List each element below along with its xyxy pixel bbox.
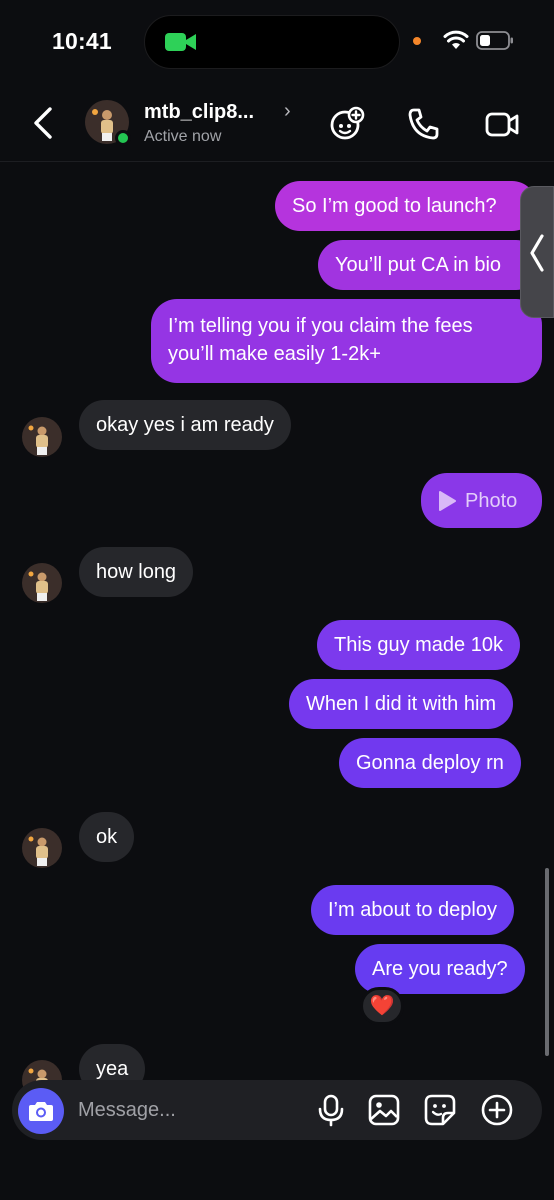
photo-label: Photo [465, 489, 518, 512]
status-bar: 10:41 [0, 0, 554, 86]
chevron-left-icon [530, 234, 544, 272]
status-time: 10:41 [52, 28, 112, 54]
message-text: ok [96, 826, 118, 848]
chat-header: mtb_clip8... › Active now [0, 86, 554, 162]
message-text: So I’m good to launch? [292, 195, 497, 217]
message-text: This guy made 10k [334, 634, 503, 656]
battery-icon [476, 31, 513, 50]
message-bubble-outgoing[interactable]: You’ll put CA in bio [318, 240, 542, 290]
message-text: Gonna deploy rn [356, 752, 504, 774]
play-icon [439, 490, 456, 511]
phone-call-icon[interactable] [406, 106, 442, 142]
message-bubble-incoming[interactable]: ok [79, 812, 135, 862]
message-bubble-outgoing[interactable]: When I did it with him [289, 679, 514, 729]
message-bubble-outgoing[interactable]: So I’m good to launch? [275, 181, 537, 231]
online-status-dot [115, 130, 131, 146]
side-panel-tab[interactable] [520, 186, 554, 318]
message-text-line: I’m telling you if you claim the fees [168, 315, 473, 337]
message-bubble-outgoing[interactable]: This guy made 10k [317, 620, 520, 670]
mic-indicator-dot [413, 37, 421, 45]
message-text: When I did it with him [306, 693, 497, 715]
message-text-line: you’ll make easily 1-2k+ [168, 343, 381, 365]
sender-avatar[interactable] [22, 417, 62, 457]
active-status: Active now [144, 128, 222, 145]
heart-reaction[interactable]: ❤️ [360, 987, 404, 1025]
chevron-right-icon[interactable]: › [284, 100, 291, 123]
message-bubble-incoming[interactable]: how long [79, 547, 194, 597]
scrollbar[interactable] [545, 868, 549, 1056]
camera-icon [29, 1102, 53, 1121]
sender-avatar[interactable] [22, 828, 62, 868]
message-text: You’ll put CA in bio [335, 254, 502, 276]
message-text: yea [96, 1058, 129, 1080]
sender-avatar[interactable] [22, 563, 62, 603]
microphone-icon[interactable] [314, 1093, 348, 1127]
contact-name[interactable]: mtb_clip8... [144, 101, 254, 124]
message-text: how long [96, 561, 177, 583]
photo-message[interactable]: Photo [421, 473, 542, 528]
sticker-icon[interactable] [423, 1093, 457, 1127]
message-text: I’m about to deploy [328, 899, 497, 921]
message-text: Are you ready? [372, 958, 508, 980]
message-bubble-outgoing[interactable]: I’m telling you if you claim the fees yo… [151, 299, 542, 383]
message-bubble-outgoing[interactable]: I’m about to deploy [311, 885, 514, 935]
facetime-camera-icon [165, 33, 196, 51]
dynamic-island [144, 15, 400, 69]
add-people-icon[interactable] [329, 106, 365, 142]
camera-button[interactable] [18, 1088, 64, 1134]
gallery-icon[interactable] [367, 1093, 401, 1127]
heart-icon: ❤️ [369, 995, 395, 1017]
message-composer [12, 1080, 542, 1140]
message-bubble-outgoing[interactable]: Gonna deploy rn [339, 738, 521, 788]
message-input[interactable] [78, 1096, 298, 1124]
wifi-icon [443, 30, 469, 49]
video-call-icon[interactable] [484, 106, 520, 142]
add-more-icon[interactable] [480, 1093, 514, 1127]
message-bubble-incoming[interactable]: okay yes i am ready [79, 400, 291, 450]
back-arrow-icon[interactable] [30, 106, 58, 140]
message-text: okay yes i am ready [96, 414, 274, 436]
